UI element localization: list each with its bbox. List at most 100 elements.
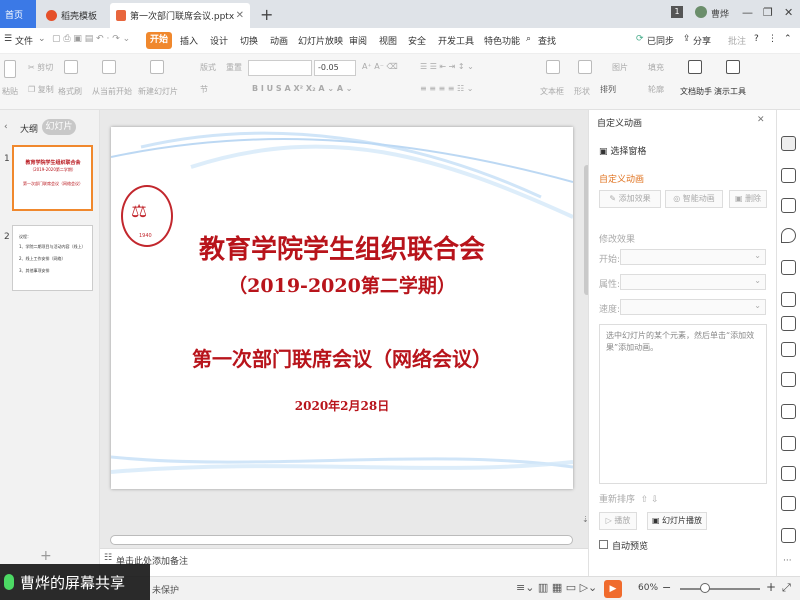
animation-list[interactable]: 选中幻灯片的某个元素，然后单击“添加效果”添加动画。 — [599, 324, 767, 484]
settings-icon[interactable] — [781, 372, 796, 387]
tab-outline[interactable]: 大纲 — [20, 122, 38, 135]
align-icons[interactable]: ≡ ≡ ≡ ≡ ☷ ⌄ — [420, 84, 473, 93]
copy-icon[interactable] — [781, 168, 796, 183]
fill-button[interactable]: 填充 — [648, 62, 664, 73]
format-painter-icon[interactable] — [64, 60, 78, 74]
menu-review[interactable]: 审阅 — [349, 34, 367, 47]
doc-assistant-icon[interactable] — [688, 60, 702, 74]
tab-home[interactable]: 首页 — [0, 0, 36, 28]
outline-button[interactable]: 轮廓 — [648, 84, 664, 95]
slide-thumbnail-1[interactable]: 教育学院学生组织联合会 （2019-2020第二学期） 第一次部门联席会议（网络… — [12, 145, 93, 211]
hamburger-icon[interactable]: ☰ — [4, 34, 12, 44]
slide-thumbnail-2[interactable]: 议程： 1、学院二期项目与活动内容（线上） 2、线上工作安排（网络） 3、其他事… — [12, 225, 93, 291]
meeting-date[interactable]: 2020年2月28日 — [111, 397, 573, 414]
maximize-icon[interactable]: ❐ — [763, 6, 773, 19]
from-current-label[interactable]: 从当前开始 — [92, 86, 132, 97]
zoom-out-icon[interactable]: − — [662, 581, 671, 594]
collapse-ribbon-icon[interactable]: ⌃ — [784, 34, 792, 44]
menu-design[interactable]: 设计 — [210, 34, 228, 47]
arrange-button[interactable]: 排列 — [600, 84, 616, 95]
zoom-in-icon[interactable]: + — [766, 580, 776, 594]
backup-icon[interactable] — [781, 404, 796, 419]
menu-slideshow[interactable]: 幻灯片放映 — [298, 34, 343, 47]
reset-button[interactable]: 重置 — [226, 62, 242, 73]
menu-features[interactable]: 特色功能 — [484, 34, 520, 47]
quick-access-icons[interactable]: ▢ ⎙ ▣ ▤ ↶ · ↷ ⌄ — [52, 34, 130, 44]
play-from-current-icon[interactable] — [102, 60, 116, 74]
select-pane-button[interactable]: ▣ 选择窗格 — [599, 144, 646, 157]
copy-button[interactable]: ❐ 复制 — [28, 84, 54, 95]
close-window-icon[interactable]: ✕ — [784, 6, 793, 19]
archive-icon[interactable] — [781, 466, 796, 481]
user-name[interactable]: 曹烨 — [711, 7, 729, 20]
slide-title[interactable]: 教育学院学生组织联合会 — [111, 229, 573, 266]
paragraph-icons[interactable]: ☰ ☰ ⇤ ⇥ ↕ ⌄ — [420, 62, 474, 71]
textbox-label[interactable]: 文本框 — [540, 86, 564, 97]
sync-status[interactable]: 已同步 — [647, 34, 674, 47]
speed-dropdown[interactable]: ⌄ — [620, 299, 766, 315]
menu-insert[interactable]: 插入 — [180, 34, 198, 47]
add-slide-button[interactable]: + — [40, 548, 52, 564]
menu-security[interactable]: 安全 — [408, 34, 426, 47]
property-dropdown[interactable]: ⌄ — [620, 274, 766, 290]
shape-label[interactable]: 形状 — [574, 86, 590, 97]
document-icon[interactable] — [781, 496, 796, 511]
add-effect-button[interactable]: ✎ 添加效果 — [599, 190, 661, 208]
property-icon[interactable] — [781, 198, 796, 213]
play-button[interactable]: ▷ 播放 — [599, 512, 637, 530]
avatar[interactable] — [695, 6, 707, 18]
menu-developer[interactable]: 开发工具 — [438, 34, 474, 47]
font-size-input[interactable]: -0.05 — [314, 60, 356, 76]
fit-window-icon[interactable]: ⤢ — [782, 581, 791, 595]
chart-icon[interactable] — [781, 316, 796, 331]
menu-search[interactable]: 查找 — [538, 34, 556, 47]
transform-icon[interactable] — [781, 260, 796, 275]
slide-subtitle[interactable]: （2019-2020第二学期） — [111, 271, 573, 298]
chevron-down-icon[interactable]: ⌄ — [38, 34, 46, 44]
tab-document[interactable]: 第一次部门联席会议.pptx ✕ — [110, 3, 250, 28]
window-count-badge[interactable]: 1 — [671, 6, 683, 18]
status-view-icons[interactable]: ≡⌄ ▥ ▦ ▭ ▷⌄ — [516, 581, 597, 594]
textbox-icon[interactable] — [546, 60, 560, 74]
slideshow-button[interactable]: ▣ 幻灯片播放 — [647, 512, 707, 530]
format-painter-label[interactable]: 格式刷 — [58, 86, 82, 97]
protect-status[interactable]: 未保护 — [152, 583, 179, 596]
menu-view[interactable]: 视图 — [379, 34, 397, 47]
menu-transition[interactable]: 切换 — [240, 34, 258, 47]
collapse-panel-icon[interactable]: ‹ — [4, 122, 8, 132]
close-tab-icon[interactable]: ✕ — [236, 10, 244, 21]
font-grow-icon[interactable]: A⁺ A⁻ ⌫ — [362, 62, 398, 71]
tab-slides[interactable]: 幻灯片 — [42, 119, 76, 135]
horizontal-scrollbar[interactable] — [110, 535, 573, 545]
new-tab-button[interactable]: + — [260, 5, 273, 24]
font-name-input[interactable] — [248, 60, 312, 76]
new-slide-icon[interactable] — [150, 60, 164, 74]
smart-animation-button[interactable]: ◎ 智能动画 — [665, 190, 723, 208]
paste-label[interactable]: 粘贴 — [2, 86, 18, 97]
table-icon[interactable] — [781, 292, 796, 307]
share-button[interactable]: 分享 — [693, 34, 711, 47]
text-format-icons[interactable]: B I U S A X² X₂ A ⌄ A ⌄ — [252, 84, 353, 93]
animation-icon[interactable] — [781, 136, 796, 151]
shape-icon[interactable] — [578, 60, 592, 74]
minimize-icon[interactable]: — — [742, 6, 753, 19]
search-icon[interactable]: ⌕ — [526, 34, 531, 44]
share-side-icon[interactable] — [781, 436, 796, 451]
start-dropdown[interactable]: ⌄ — [620, 249, 766, 265]
notes-area[interactable]: ☷ 单击此处添加备注 — [100, 548, 588, 574]
auto-preview-checkbox[interactable] — [599, 540, 608, 549]
tab-template[interactable]: 稻壳模板 — [40, 3, 108, 28]
location-icon[interactable] — [781, 228, 796, 243]
zoom-slider[interactable] — [680, 588, 760, 590]
zoom-level[interactable]: 60% — [638, 583, 658, 593]
menu-start[interactable]: 开始 — [146, 32, 172, 49]
comment-button[interactable]: 批注 — [728, 34, 746, 47]
help-button[interactable]: ? — [754, 34, 759, 44]
image-button[interactable]: 图片 — [612, 62, 628, 73]
section-button[interactable]: 节 — [200, 84, 208, 95]
menu-file[interactable]: 文件 — [15, 34, 33, 47]
delete-button[interactable]: ▣ 删除 — [729, 190, 767, 208]
doc-assistant-label[interactable]: 文档助手 — [680, 86, 712, 97]
layout-button[interactable]: 版式 — [200, 62, 216, 73]
cut-button[interactable]: ✂ 剪切 — [28, 62, 53, 73]
